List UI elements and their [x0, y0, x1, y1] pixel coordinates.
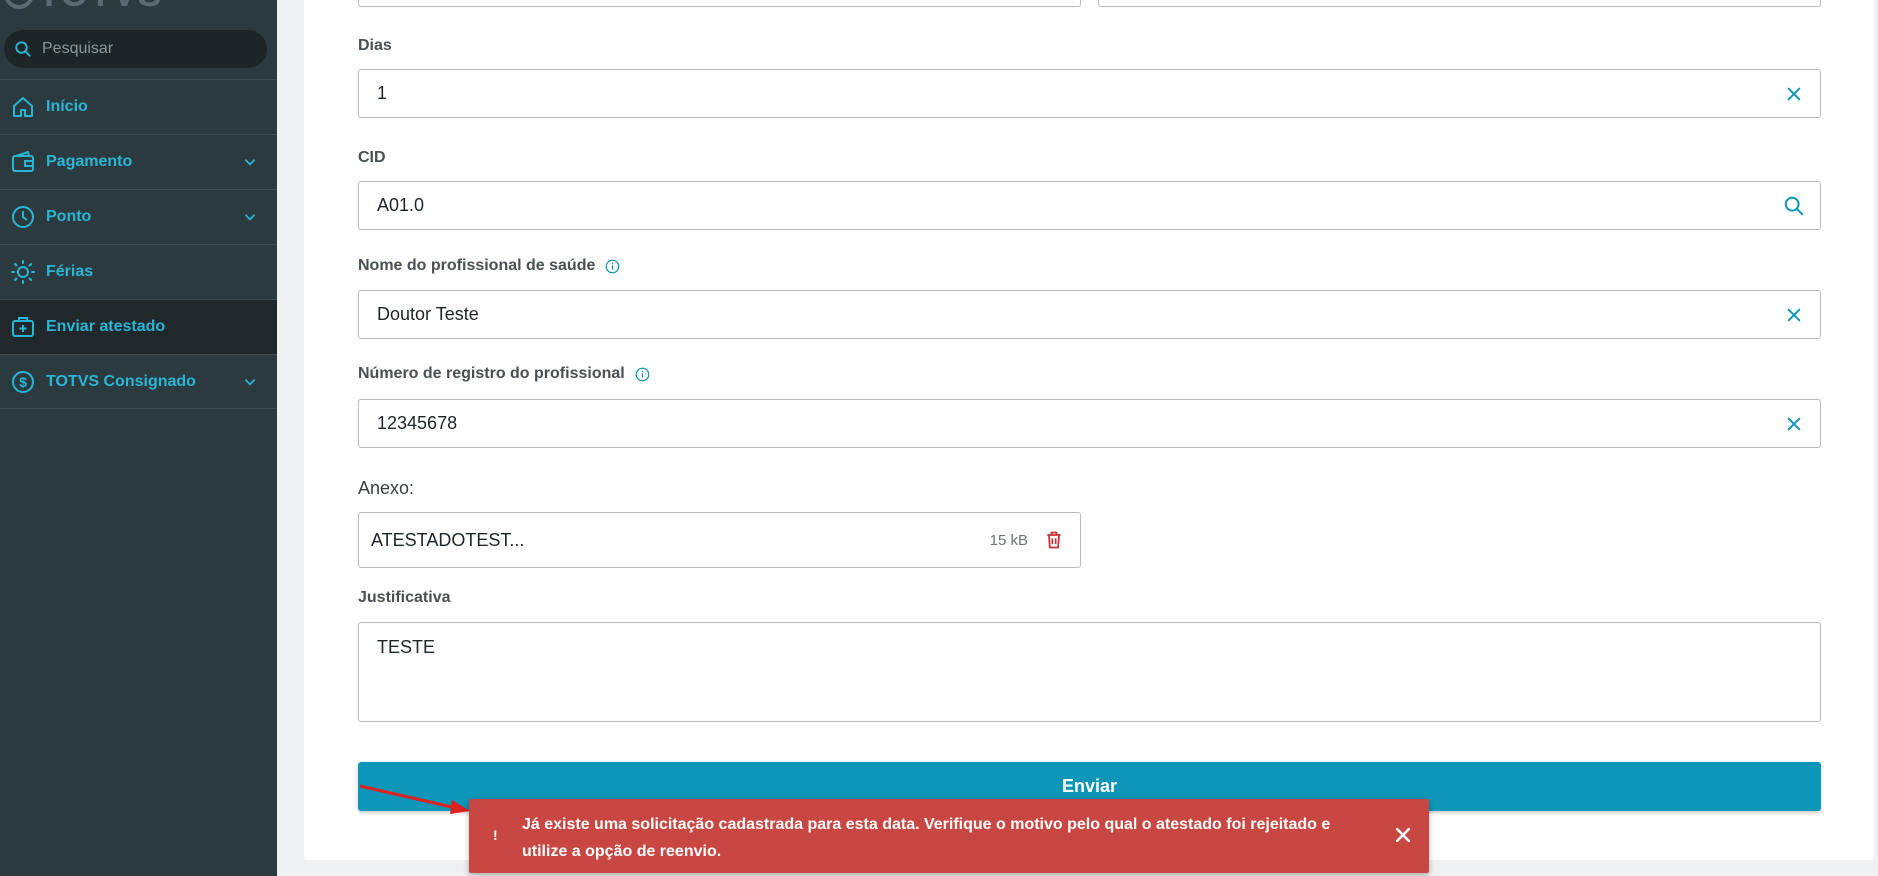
wallet-icon	[10, 149, 36, 175]
sidebar-item-label: Enviar atestado	[46, 318, 166, 335]
sidebar-item-ferias[interactable]: Férias	[0, 244, 277, 299]
sidebar-item-enviar-atestado[interactable]: Enviar atestado	[0, 299, 277, 354]
registro-input[interactable]: 12345678	[358, 399, 1821, 448]
search-icon	[15, 41, 31, 57]
annotation-arrow-icon	[359, 784, 470, 814]
close-icon[interactable]	[1393, 825, 1413, 845]
cid-input[interactable]: A01.0	[358, 181, 1821, 230]
dollar-coin-icon: $	[10, 369, 36, 395]
sidebar-item-ponto[interactable]: Ponto	[0, 189, 277, 244]
medical-bag-icon	[10, 314, 36, 340]
sidebar-nav: Início Pagamento Ponto Férias Enviar ate…	[0, 79, 277, 409]
info-icon[interactable]	[605, 259, 620, 274]
sidebar-item-totvs-consignado[interactable]: $ TOTVS Consignado	[0, 354, 277, 409]
info-icon[interactable]	[635, 367, 650, 382]
search-icon[interactable]	[1782, 194, 1806, 218]
profissional-label: Nome do profissional de saúde	[358, 257, 620, 275]
clear-icon[interactable]	[1782, 303, 1806, 327]
sun-icon	[10, 259, 36, 285]
sidebar-item-label: Pagamento	[46, 153, 133, 170]
cid-label: CID	[358, 149, 386, 166]
search-box[interactable]	[4, 30, 267, 68]
justificativa-label: Justificativa	[358, 589, 451, 606]
file-size: 15 kB	[989, 531, 1028, 549]
date-end-field[interactable]	[1098, 0, 1821, 7]
sidebar: TOTVS Início Pagamento Ponto	[0, 0, 277, 876]
trash-icon[interactable]	[1044, 529, 1066, 553]
toast-message: Já existe uma solicitação cadastrada par…	[522, 816, 1331, 860]
search-input[interactable]	[42, 40, 242, 58]
registro-label: Número de registro do profissional	[358, 365, 650, 383]
sidebar-item-label: Férias	[46, 263, 94, 280]
dias-input[interactable]: 1	[358, 69, 1821, 118]
sidebar-item-label: Ponto	[46, 208, 92, 225]
sidebar-item-label: Início	[46, 98, 88, 115]
justificativa-textarea[interactable]: TESTE	[358, 622, 1821, 722]
clear-icon[interactable]	[1782, 412, 1806, 436]
dias-label: Dias	[358, 37, 392, 54]
chevron-down-icon[interactable]	[243, 375, 257, 389]
home-icon	[10, 94, 36, 120]
clock-icon	[10, 204, 36, 230]
alert-icon: !	[493, 827, 498, 843]
file-name[interactable]: ATESTADOTEST...	[371, 530, 524, 551]
date-start-field[interactable]	[358, 0, 1081, 7]
chevron-down-icon[interactable]	[243, 210, 257, 224]
svg-text:$: $	[19, 374, 27, 390]
profissional-input[interactable]: Doutor Teste	[358, 290, 1821, 339]
sidebar-item-inicio[interactable]: Início	[0, 79, 277, 134]
anexo-label: Anexo:	[358, 478, 415, 498]
chevron-down-icon[interactable]	[243, 155, 257, 169]
brand-logo: TOTVS	[4, 0, 162, 14]
sidebar-item-label: TOTVS Consignado	[46, 372, 196, 390]
sidebar-item-pagamento[interactable]: Pagamento	[0, 134, 277, 189]
clear-icon[interactable]	[1782, 82, 1806, 106]
attached-file: ATESTADOTEST... 15 kB	[358, 512, 1081, 568]
error-toast: ! Já existe uma solicitação cadastrada p…	[469, 799, 1429, 873]
